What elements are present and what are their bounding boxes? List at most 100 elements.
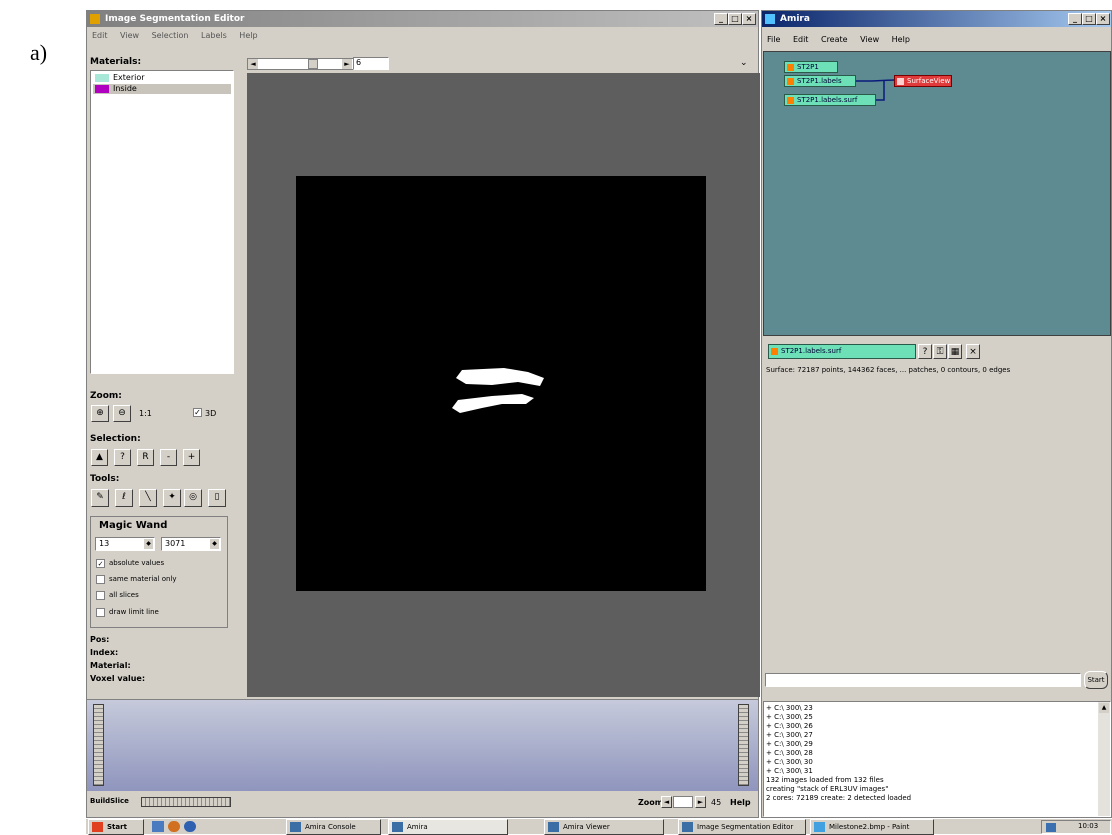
option-label: absolute values — [109, 559, 165, 567]
viewer-options-icon[interactable]: ⌄ — [740, 58, 748, 68]
draw-limit-line-option[interactable]: draw limit line — [96, 607, 221, 618]
menu-help[interactable]: Help — [239, 31, 257, 40]
slider-left-arrow-icon[interactable]: ◄ — [248, 59, 258, 69]
maximize-icon[interactable]: □ — [728, 13, 742, 25]
segmentation-editor-titlebar[interactable]: Image Segmentation Editor — [87, 11, 758, 27]
magic-wand-icon[interactable]: ✦ — [163, 489, 181, 507]
zoom-3d-checkbox[interactable]: ✓ — [193, 408, 202, 417]
checkbox[interactable] — [96, 591, 105, 600]
quick-launch-desktop-icon[interactable] — [152, 821, 164, 832]
option-label: same material only — [109, 575, 177, 583]
blob-icon[interactable]: ◎ — [184, 489, 202, 507]
node-surfaceview[interactable]: SurfaceView — [894, 75, 952, 87]
module-close-icon[interactable]: × — [966, 344, 980, 359]
magic-wand-high-input[interactable]: 3071 ◆ — [161, 537, 221, 551]
close-icon[interactable]: × — [1096, 13, 1110, 25]
zoom-left-icon[interactable]: ◄ — [661, 796, 672, 808]
menu-file[interactable]: File — [767, 35, 780, 44]
same-material-option[interactable]: same material only — [96, 574, 221, 585]
lasso-icon[interactable]: ℓ — [115, 489, 133, 507]
node-st2p1-labels-surf[interactable]: ST2P1.labels.surf — [784, 94, 876, 106]
command-input[interactable] — [765, 673, 1081, 687]
console-scrollbar[interactable]: ▲ — [1098, 702, 1110, 816]
select-add-button[interactable]: + — [183, 449, 200, 466]
menu-labels[interactable]: Labels — [201, 31, 227, 40]
segmentation-image[interactable] — [296, 176, 706, 591]
help-bottom-label[interactable]: Help — [730, 798, 751, 807]
select-replace-button[interactable]: R — [137, 449, 154, 466]
absolute-values-option[interactable]: ✓ absolute values — [96, 558, 221, 569]
object-pool[interactable]: ST2P1 ST2P1.labels SurfaceView ST2P1.lab… — [763, 51, 1111, 336]
quick-launch-media-icon[interactable] — [184, 821, 196, 832]
console-line: + C:\ 300\ 31 — [766, 767, 813, 775]
node-st2p1-labels[interactable]: ST2P1.labels — [784, 75, 856, 87]
module-lock-icon[interactable]: ⚿ — [933, 344, 947, 359]
console-line: + C:\ 300\ 29 — [766, 740, 813, 748]
horizontal-thumbwheel[interactable] — [141, 797, 231, 807]
task-amira-viewer[interactable]: Amira Viewer — [544, 819, 664, 835]
module-viewer-icon[interactable]: ▦ — [948, 344, 962, 359]
close-icon[interactable]: × — [742, 13, 756, 25]
menu-selection[interactable]: Selection — [152, 31, 189, 40]
menu-view[interactable]: View — [860, 35, 879, 44]
scroll-up-icon[interactable]: ▲ — [1099, 703, 1109, 713]
zoom-label: Zoom: — [90, 391, 122, 401]
task-paint[interactable]: Milestone2.bmp - Paint — [810, 819, 934, 835]
menu-view[interactable]: View — [120, 31, 139, 40]
spin-icon[interactable]: ◆ — [144, 539, 153, 549]
module-info-icon[interactable]: ? — [918, 344, 932, 359]
slice-number-value: 6 — [356, 58, 362, 67]
checkbox[interactable] — [96, 575, 105, 584]
line-icon[interactable]: ╲ — [139, 489, 157, 507]
task-amira[interactable]: Amira — [388, 819, 508, 835]
console-line: 132 images loaded from 132 files — [766, 776, 884, 784]
bottom-3d-view[interactable] — [87, 699, 758, 791]
zoom-in-button[interactable]: ⊕ — [91, 405, 109, 422]
start-menu-button[interactable]: Start — [88, 819, 144, 835]
select-arrow-button[interactable]: ▲ — [91, 449, 108, 466]
threshold-icon[interactable]: ▯ — [208, 489, 226, 507]
select-subtract-button[interactable]: - — [160, 449, 177, 466]
slice-number-input[interactable]: 6 — [353, 57, 389, 70]
right-thumbwheel[interactable] — [738, 704, 749, 786]
left-thumbwheel[interactable] — [93, 704, 104, 786]
material-item-inside[interactable]: Inside — [93, 84, 231, 94]
select-query-button[interactable]: ? — [114, 449, 131, 466]
console-output[interactable]: + C:\ 300\ 23 + C:\ 300\ 25 + C:\ 300\ 2… — [763, 701, 1111, 817]
amira-titlebar[interactable]: Amira — [762, 11, 1111, 27]
selection-label: Selection: — [90, 434, 141, 444]
zoom-out-button[interactable]: ⊖ — [113, 405, 131, 422]
menu-edit[interactable]: Edit — [793, 35, 809, 44]
checkbox[interactable] — [96, 608, 105, 617]
slider-right-arrow-icon[interactable]: ► — [342, 59, 352, 69]
maximize-icon[interactable]: □ — [1082, 13, 1096, 25]
menu-edit[interactable]: Edit — [92, 31, 108, 40]
magic-wand-low-value: 13 — [99, 539, 110, 548]
info-material: Material: — [90, 661, 131, 670]
node-st2p1[interactable]: ST2P1 — [784, 61, 838, 73]
quick-launch-browser-icon[interactable] — [168, 821, 180, 832]
segmented-shapes — [452, 368, 544, 413]
start-button[interactable]: Start — [1084, 671, 1108, 689]
console-line: 2 cores: 72189 create: 2 detected loaded — [766, 794, 912, 802]
menu-help[interactable]: Help — [892, 35, 910, 44]
slider-thumb[interactable] — [308, 59, 318, 69]
task-segmentation-editor[interactable]: Image Segmentation Editor — [678, 819, 806, 835]
minimize-icon[interactable]: _ — [1068, 13, 1082, 25]
zoom-track[interactable] — [673, 796, 693, 808]
all-slices-option[interactable]: all slices — [96, 590, 221, 601]
menu-create[interactable]: Create — [821, 35, 848, 44]
minimize-icon[interactable]: _ — [714, 13, 728, 25]
brush-icon[interactable]: ✎ — [91, 489, 109, 507]
slice-slider[interactable]: ◄ ► — [247, 58, 367, 70]
magic-wand-low-input[interactable]: 13 ◆ — [95, 537, 155, 551]
image-viewport[interactable] — [247, 73, 760, 697]
task-amira-console[interactable]: Amira Console — [286, 819, 381, 835]
checkbox[interactable]: ✓ — [96, 559, 105, 568]
materials-list[interactable]: Exterior Inside — [90, 70, 234, 374]
material-item-exterior[interactable]: Exterior — [93, 73, 231, 83]
selected-module-header[interactable]: ST2P1.labels.surf — [768, 344, 916, 359]
zoom-right-icon[interactable]: ► — [695, 796, 706, 808]
spin-icon[interactable]: ◆ — [210, 539, 219, 549]
network-icon[interactable] — [1046, 823, 1056, 832]
